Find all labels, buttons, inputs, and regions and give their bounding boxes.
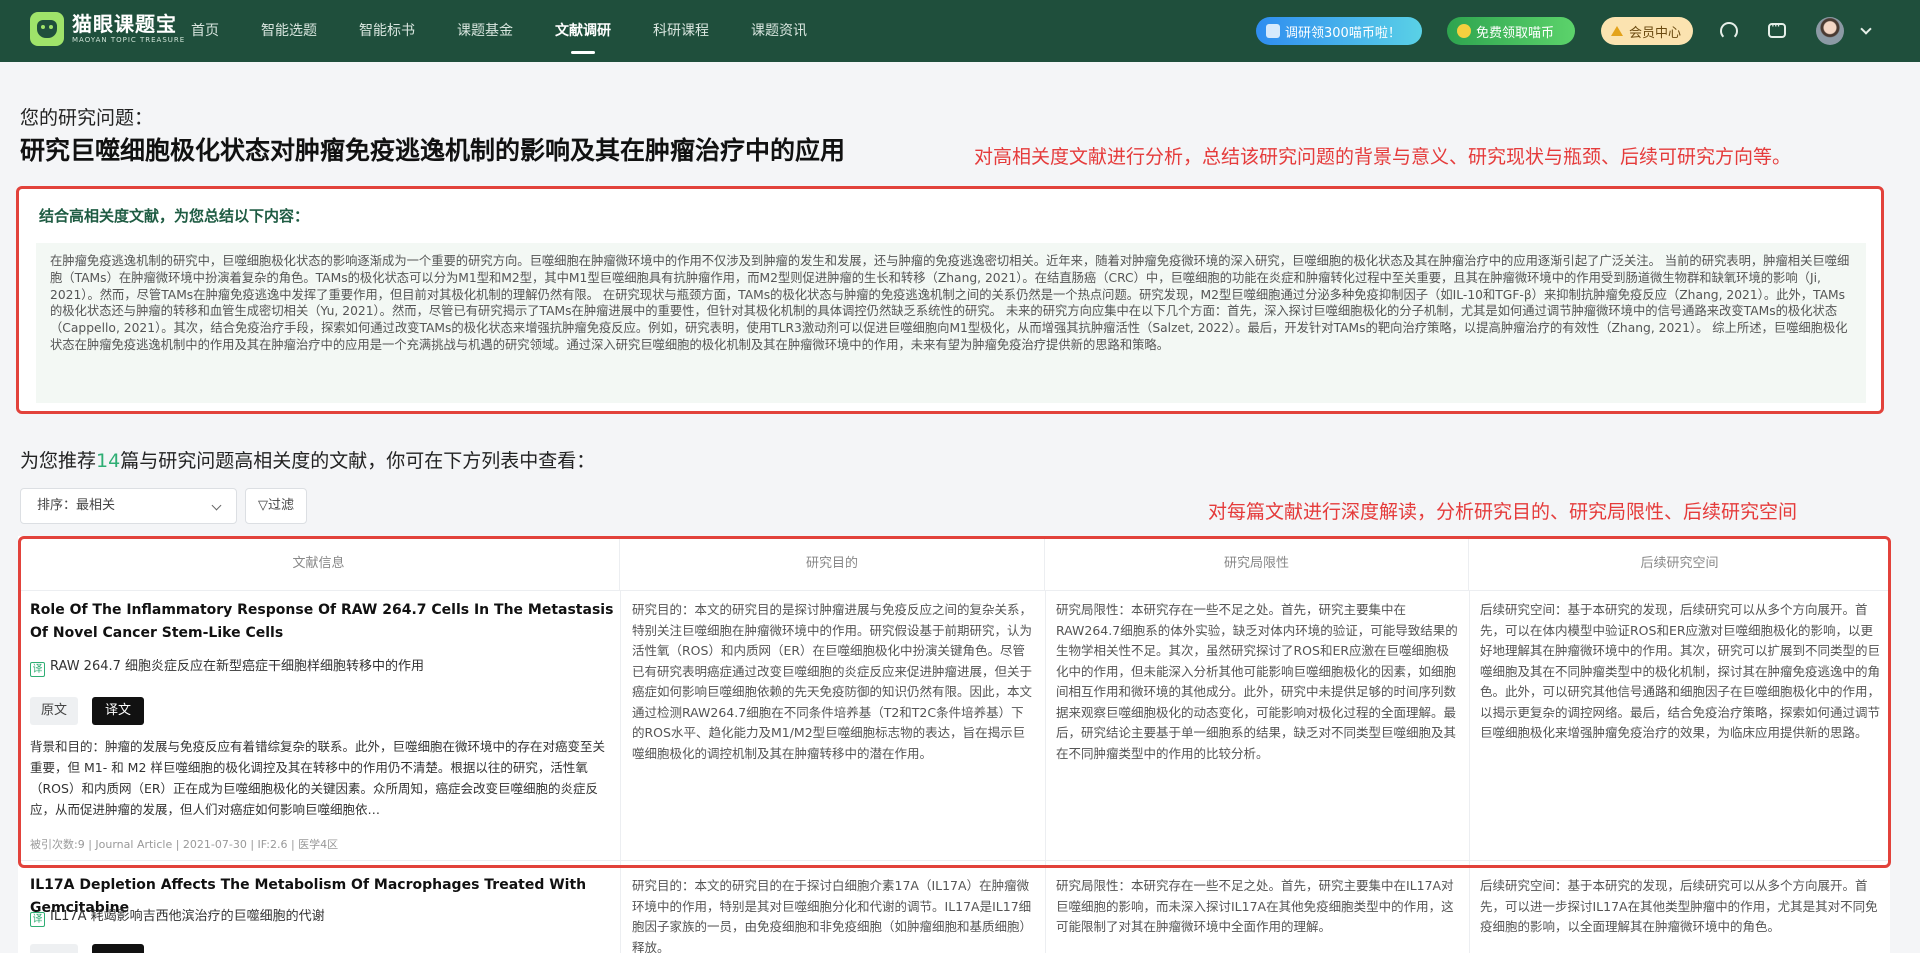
summary-panel: 结合高相关度文献，为您总结以下内容： 在肿瘤免疫逃逸机制的研究中，巨噬细胞极化状… — [16, 186, 1884, 414]
paper-abstract: 背景和目的：肿瘤的发展与免疫反应有着错综复杂的联系。此外，巨噬细胞在微环境中的存… — [30, 739, 606, 817]
logo-title: 猫眼课题宝 — [72, 12, 177, 36]
limitation-cell: 研究局限性：本研究存在一些不足之处。首先，研究主要集中在IL17A对巨噬细胞的影… — [1056, 878, 1454, 934]
menu-item-topic-select[interactable]: 智能选题 — [261, 0, 317, 62]
purpose-cell: 研究目的：本文的研究目的是探讨肿瘤进展与免疫反应之间的复杂关系，特别关注巨噬细胞… — [632, 602, 1033, 761]
message-icon[interactable] — [1768, 19, 1786, 38]
literature-table: 文献信息 研究目的 研究局限性 后续研究空间 Role Of The Infla… — [18, 536, 1890, 953]
avatar[interactable] — [1816, 17, 1844, 45]
col-divider — [1045, 591, 1046, 953]
paper-title-cn: 译 IL17A 耗竭影响吉西他滨治疗的巨噬细胞的代谢 — [30, 905, 325, 927]
menu-item-proposal[interactable]: 智能标书 — [359, 0, 415, 62]
col-divider — [620, 591, 621, 953]
menu-item-courses[interactable]: 科研课程 — [653, 0, 709, 62]
translation-button[interactable] — [92, 944, 144, 953]
question-label: 您的研究问题： — [20, 107, 154, 129]
original-text-button[interactable]: 原文 — [30, 697, 78, 725]
col-header-future: 后续研究空间 — [1640, 556, 1719, 571]
menu-item-literature[interactable]: 文献调研 — [555, 0, 611, 62]
filter-button[interactable]: ▽过滤 — [245, 488, 307, 524]
coin-icon — [1457, 24, 1471, 38]
col-header-purpose: 研究目的 — [620, 536, 1045, 591]
main-menu: 首页 智能选题 智能标书 课题基金 文献调研 科研课程 课题资讯 — [191, 0, 849, 62]
purpose-cell: 研究目的：本文的研究目的在于探讨白细胞介素17A（IL17A）在肿瘤微环境中的作… — [632, 878, 1033, 953]
logo[interactable]: 猫眼课题宝 MAOYAN TOPIC TREASURE — [30, 12, 185, 46]
promo-coins-button[interactable]: 调研领300喵币啦！ — [1256, 17, 1422, 45]
menu-item-home[interactable]: 首页 — [191, 0, 219, 62]
annotation-summary: 对高相关度文献进行分析，总结该研究问题的背景与意义、研究现状与瓶颈、后续可研究方… — [974, 146, 1792, 168]
recommend-suffix: 篇与研究问题高相关度的文献，你可在下方列表中查看： — [120, 450, 596, 472]
filter-label: 过滤 — [267, 498, 294, 513]
original-text-button[interactable] — [30, 944, 78, 953]
col-divider — [1469, 591, 1470, 953]
gift-icon — [1266, 24, 1280, 38]
col-header-info: 文献信息 — [18, 536, 620, 591]
limitation-cell: 研究局限性：本研究存在一些不足之处。首先，研究主要集中在RAW264.7细胞系的… — [1056, 602, 1458, 761]
paper-title-cn-text: IL17A 耗竭影响吉西他滨治疗的巨噬细胞的代谢 — [50, 909, 325, 924]
cat-logo-icon — [30, 12, 64, 46]
filter-icon: ▽ — [257, 498, 268, 513]
free-coins-button[interactable]: 免费领取喵币 — [1447, 17, 1575, 45]
recommend-count-line: 为您推荐14篇与研究问题高相关度的文献，你可在下方列表中查看： — [20, 446, 595, 473]
chevron-down-icon[interactable] — [1860, 23, 1872, 35]
menu-item-news[interactable]: 课题资讯 — [751, 0, 807, 62]
vip-center-label: 会员中心 — [1629, 25, 1682, 41]
vip-center-button[interactable]: 会员中心 — [1601, 17, 1693, 45]
future-cell: 后续研究空间：基于本研究的发现，后续研究可以从多个方向展开。首先，可以在体内模型… — [1480, 602, 1880, 740]
free-coins-label: 免费领取喵币 — [1476, 25, 1555, 41]
menu-item-fund[interactable]: 课题基金 — [457, 0, 513, 62]
recommend-count: 14 — [96, 450, 121, 472]
translate-badge-icon: 译 — [30, 662, 45, 677]
col-header-limitation: 研究局限性 — [1045, 536, 1469, 591]
recommend-prefix: 为您推荐 — [20, 450, 97, 472]
question-title: 研究巨噬细胞极化状态对肿瘤免疫逃逸机制的影响及其在肿瘤治疗中的应用 — [20, 136, 846, 165]
logo-subtitle: MAOYAN TOPIC TREASURE — [72, 36, 186, 44]
summary-title: 结合高相关度文献，为您总结以下内容： — [39, 207, 310, 225]
paper-title-cn-text: RAW 264.7 细胞炎症反应在新型癌症干细胞样细胞转移中的作用 — [50, 659, 425, 674]
crown-icon — [1611, 26, 1623, 36]
row-divider — [18, 860, 1890, 861]
paper-title-en[interactable]: Role Of The Inflammatory Response Of RAW… — [30, 599, 615, 645]
promo-coins-label: 调研领300喵币啦！ — [1285, 25, 1401, 41]
sort-select[interactable]: 排序：最相关 — [20, 488, 237, 524]
translation-button[interactable]: 译文 — [92, 697, 144, 725]
summary-body: 在肿瘤免疫逃逸机制的研究中，巨噬细胞极化状态的影响逐渐成为一个重要的研究方向。巨… — [36, 243, 1866, 403]
paper-title-cn: 译 RAW 264.7 细胞炎症反应在新型癌症干细胞样细胞转移中的作用 — [30, 655, 424, 677]
table-header: 文献信息 研究目的 研究局限性 后续研究空间 — [18, 536, 1890, 591]
paper-meta: 被引次数:9 | Journal Article | 2021-07-30 | … — [30, 838, 339, 851]
headset-icon[interactable] — [1720, 22, 1738, 40]
annotation-table: 对每篇文献进行深度解读，分析研究目的、研究局限性、后续研究空间 — [1208, 501, 1798, 523]
translate-badge-icon: 译 — [30, 912, 45, 927]
future-cell: 后续研究空间：基于本研究的发现，后续研究可以从多个方向展开。首先，可以进一步探讨… — [1480, 878, 1878, 934]
top-nav: 猫眼课题宝 MAOYAN TOPIC TREASURE 首页 智能选题 智能标书… — [0, 0, 1920, 62]
